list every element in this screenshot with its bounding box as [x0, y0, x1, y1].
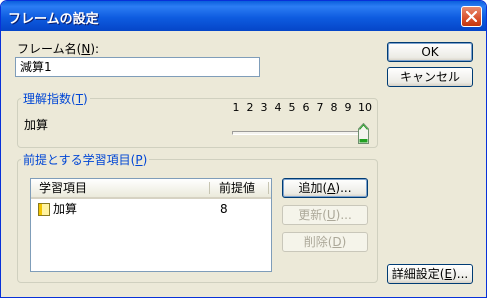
- column-separator[interactable]: [268, 182, 269, 194]
- dialog-window: フレームの設定 フレーム名(N): 減算1 OK キャンセル 理解指数(T) 加…: [0, 0, 487, 298]
- prerequisites-list[interactable]: 学習項目 前提値 加算 8: [30, 178, 272, 272]
- update-button[interactable]: 更新(U)...: [282, 205, 368, 225]
- close-button[interactable]: [461, 6, 482, 27]
- title-bar[interactable]: フレームの設定: [1, 1, 486, 31]
- comprehension-item-label: 加算: [24, 118, 49, 132]
- tick-label: 5: [288, 101, 296, 114]
- tick-label: 4: [274, 101, 282, 114]
- frame-name-label: フレーム名(N):: [17, 42, 100, 56]
- comprehension-group-title: 理解指数(T): [21, 90, 90, 107]
- list-cell-value: 8: [220, 202, 228, 216]
- cancel-button[interactable]: キャンセル: [387, 67, 473, 87]
- note-icon: [38, 203, 50, 216]
- delete-button[interactable]: 削除(D): [282, 232, 368, 252]
- prerequisites-group-title: 前提とする学習項目(P): [21, 151, 150, 168]
- tick-label: 1: [232, 101, 240, 114]
- tick-label: 2: [246, 101, 254, 114]
- close-icon: [466, 11, 477, 22]
- slider-thumb[interactable]: [358, 123, 369, 144]
- add-button[interactable]: 追加(A)...: [282, 178, 368, 198]
- comprehension-slider-track[interactable]: [232, 131, 368, 135]
- tick-label: 3: [260, 101, 268, 114]
- column-header-value[interactable]: 前提値: [211, 179, 271, 197]
- advanced-settings-button[interactable]: 詳細設定(E)...: [387, 264, 473, 284]
- tick-label: 6: [302, 101, 310, 114]
- tick-label: 7: [316, 101, 324, 114]
- list-row[interactable]: 加算 8: [31, 201, 271, 218]
- column-separator[interactable]: [209, 182, 210, 194]
- list-cell-item: 加算: [53, 202, 78, 216]
- tick-label: 8: [330, 101, 338, 114]
- ok-button[interactable]: OK: [387, 42, 473, 62]
- slider-tick-labels: 1 2 3 4 5 6 7 8 9 10: [231, 101, 373, 115]
- window-title: フレームの設定: [8, 12, 99, 27]
- column-header-item[interactable]: 学習項目: [31, 179, 209, 197]
- tick-label: 10: [358, 101, 372, 114]
- frame-name-input[interactable]: 減算1: [15, 57, 260, 77]
- tick-label: 9: [344, 101, 352, 114]
- list-header: 学習項目 前提値: [31, 179, 271, 199]
